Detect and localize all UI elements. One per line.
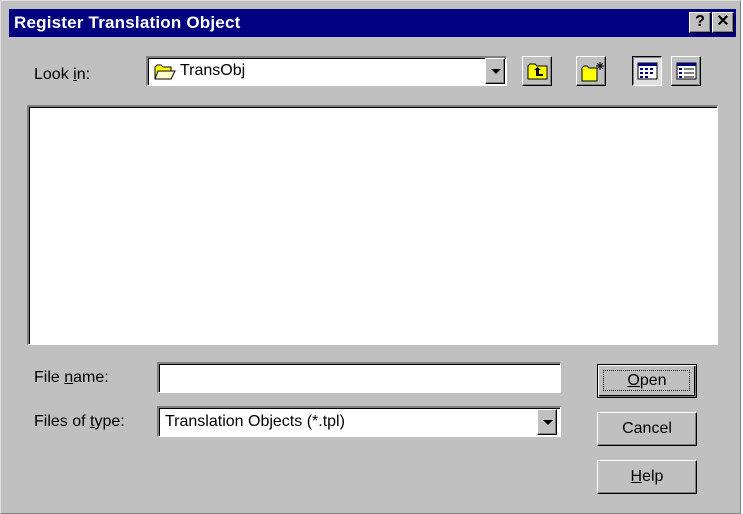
- list-view-button[interactable]: [632, 56, 662, 86]
- open-button[interactable]: Open: [597, 364, 697, 398]
- question-mark-icon: ?: [695, 13, 705, 30]
- file-list[interactable]: [27, 105, 718, 345]
- close-icon: ✕: [716, 13, 730, 30]
- details-view-icon: [676, 62, 697, 80]
- title-bar[interactable]: Register Translation Object ? ✕: [9, 9, 736, 37]
- window-title: Register Translation Object: [14, 13, 241, 32]
- file-type-value: Translation Objects (*.tpl): [165, 413, 345, 430]
- file-type-dropdown-button[interactable]: [537, 409, 557, 435]
- folder-up-icon: [527, 63, 548, 80]
- look-in-label: Look in:: [34, 66, 91, 83]
- file-name-input[interactable]: [157, 362, 561, 393]
- folder-icon: [154, 64, 176, 80]
- file-type-combo[interactable]: Translation Objects (*.tpl): [157, 406, 561, 437]
- details-view-button[interactable]: [671, 56, 701, 86]
- new-folder-icon: [581, 62, 604, 82]
- list-view-icon: [637, 62, 658, 80]
- cancel-button[interactable]: Cancel: [597, 412, 697, 446]
- help-button[interactable]: Help: [597, 460, 697, 494]
- chevron-down-icon: [491, 69, 501, 74]
- look-in-combo[interactable]: TransObj: [146, 56, 507, 86]
- look-in-value: TransObj: [180, 62, 246, 79]
- register-translation-object-dialog: Register Translation Object ? ✕ Look in:…: [0, 0, 741, 514]
- file-type-label: Files of type:: [34, 413, 125, 430]
- help-title-button[interactable]: ?: [689, 12, 711, 33]
- up-one-level-button[interactable]: [522, 56, 552, 86]
- chevron-down-icon: [543, 420, 553, 425]
- close-button[interactable]: ✕: [712, 12, 734, 33]
- look-in-dropdown-button[interactable]: [485, 58, 505, 84]
- file-name-label: File name:: [34, 369, 109, 386]
- create-new-folder-button[interactable]: [576, 56, 606, 86]
